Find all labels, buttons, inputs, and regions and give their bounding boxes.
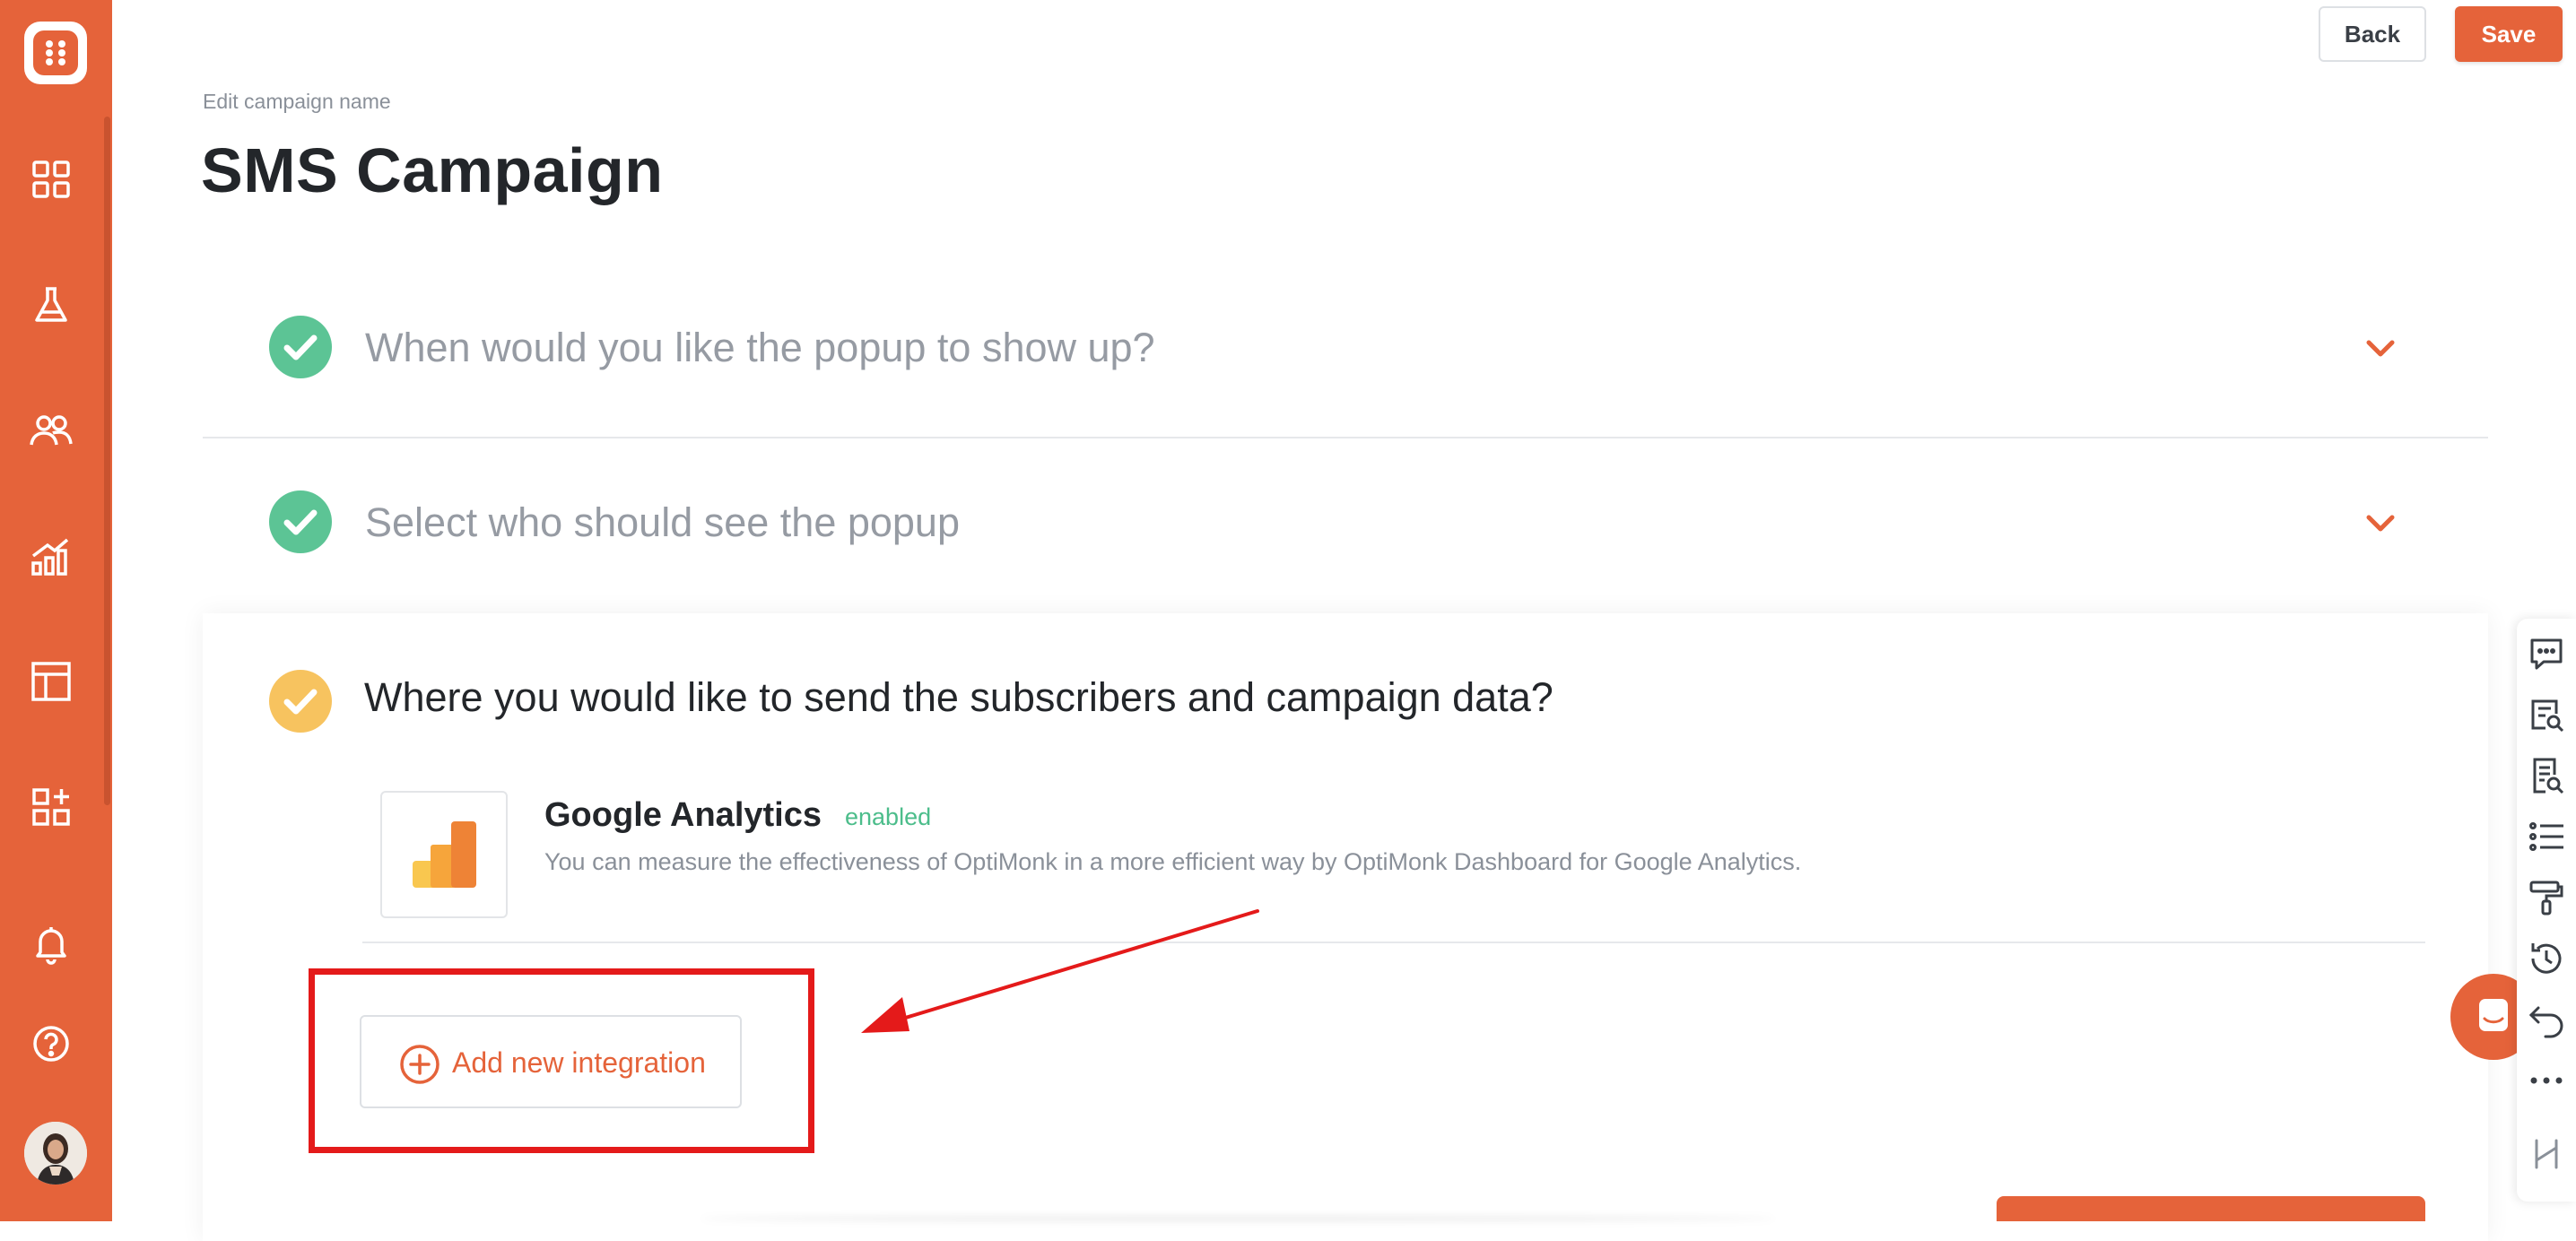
history-icon[interactable] (2526, 938, 2567, 979)
dashboard-icon[interactable] (26, 154, 76, 204)
sidebar (0, 0, 112, 1221)
chevron-down-icon[interactable] (2365, 339, 2396, 359)
integrations-icon[interactable] (26, 782, 76, 832)
bell-icon[interactable] (26, 918, 76, 968)
step-3-title: Where you would like to send the subscri… (364, 674, 1553, 720)
bottom-shadow (700, 1216, 1776, 1221)
search-doc-icon[interactable] (2526, 694, 2567, 735)
users-icon[interactable] (26, 405, 76, 456)
help-icon[interactable] (26, 1019, 76, 1069)
comments-icon[interactable] (2526, 633, 2567, 674)
next-step-button[interactable] (1997, 1196, 2425, 1221)
step-complete-icon (269, 490, 332, 553)
divider (362, 942, 2425, 943)
templates-icon[interactable] (26, 656, 76, 707)
step-1-header[interactable]: When would you like the popup to show up… (203, 305, 2488, 404)
integration-name: Google Analytics (544, 796, 822, 834)
undo-icon[interactable] (2526, 999, 2567, 1040)
more-icon[interactable] (2526, 1060, 2567, 1101)
list-icon[interactable] (2526, 816, 2567, 857)
step-1-title: When would you like the popup to show up… (365, 325, 1155, 370)
save-button[interactable]: Save (2455, 6, 2563, 62)
divider (203, 437, 2488, 438)
edit-campaign-name-link[interactable]: Edit campaign name (203, 90, 391, 114)
step-2-title: Select who should see the popup (365, 499, 960, 545)
sidebar-scrollbar[interactable] (104, 117, 110, 805)
status-badge: enabled (845, 803, 932, 830)
google-analytics-logo-icon (380, 791, 508, 918)
collapse-icon[interactable] (2526, 1133, 2567, 1175)
annotation-arrow-icon (861, 909, 1259, 1033)
integration-description: You can measure the effectiveness of Opt… (544, 848, 1802, 875)
paint-roller-icon[interactable] (2526, 877, 2567, 918)
step-in-progress-icon (269, 670, 332, 733)
analytics-icon[interactable] (26, 531, 76, 581)
annotation-highlight-box (309, 968, 814, 1153)
right-toolbar (2517, 619, 2576, 1202)
back-button[interactable]: Back (2319, 6, 2426, 62)
app-logo-icon[interactable] (24, 22, 87, 84)
avatar[interactable] (24, 1122, 87, 1185)
step-complete-icon (269, 316, 332, 378)
chevron-down-icon[interactable] (2365, 514, 2396, 534)
step-2-header[interactable]: Select who should see the popup (203, 480, 2488, 578)
page-title[interactable]: SMS Campaign (201, 135, 664, 206)
review-icon[interactable] (2526, 755, 2567, 796)
flask-icon[interactable] (26, 280, 76, 330)
